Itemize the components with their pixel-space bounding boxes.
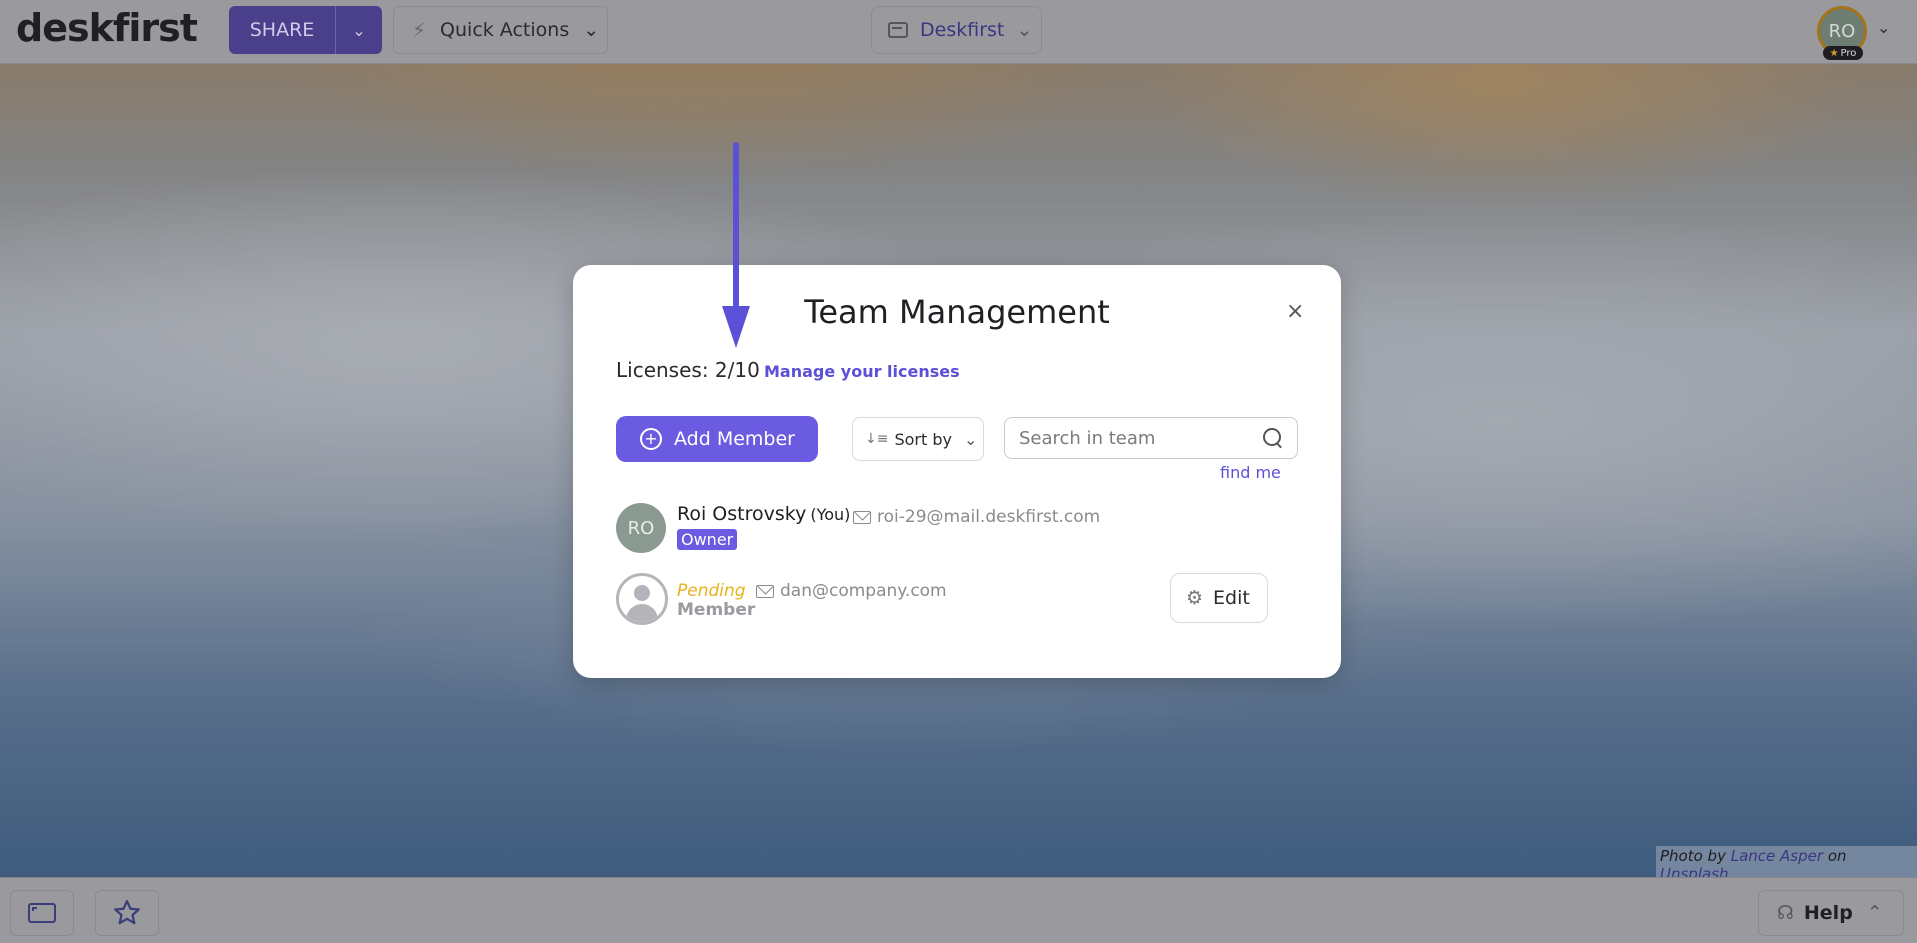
- search-field: [1004, 417, 1298, 459]
- member-email-text: dan@company.com: [780, 581, 947, 601]
- star-icon: ★: [1829, 47, 1839, 59]
- headphones-icon: ☊: [1777, 902, 1794, 924]
- quick-actions-button[interactable]: ⚡︎ Quick Actions ⌄: [393, 6, 608, 54]
- chevron-down-icon[interactable]: ⌄: [1877, 18, 1890, 37]
- workspace-label: Deskfirst: [920, 19, 1005, 41]
- search-icon[interactable]: [1263, 428, 1283, 448]
- fullscreen-button[interactable]: [10, 890, 74, 936]
- edit-member-button[interactable]: ⚙︎ Edit: [1170, 573, 1268, 623]
- close-icon[interactable]: ×: [1286, 299, 1304, 324]
- top-bar: deskfirst SHARE ⌄ ⚡︎ Quick Actions ⌄ Des…: [0, 0, 1917, 64]
- team-management-modal: Team Management × Licenses: 2/10 Manage …: [573, 265, 1341, 678]
- member-avatar: RO: [616, 503, 666, 553]
- lightning-icon: ⚡︎: [412, 18, 427, 42]
- chevron-down-icon: ⌄: [583, 19, 600, 41]
- add-member-label: Add Member: [674, 428, 795, 450]
- member-role: Member: [677, 600, 756, 620]
- member-name-line: Roi Ostrovsky (You): [677, 503, 850, 525]
- quick-actions-label: Quick Actions: [440, 19, 570, 41]
- workspace-selector[interactable]: Deskfirst ⌄: [871, 6, 1042, 54]
- credit-author-link[interactable]: Lance Asper: [1731, 847, 1823, 865]
- fullscreen-icon: [28, 903, 56, 923]
- envelope-icon: [756, 584, 774, 598]
- search-input[interactable]: [1019, 427, 1263, 449]
- default-avatar-icon: [616, 573, 668, 625]
- member-row: Pending dan@company.com Member ⚙︎ Edit: [616, 573, 1306, 633]
- credit-prefix: Photo by: [1660, 847, 1726, 865]
- share-dropdown-button[interactable]: ⌄: [335, 6, 382, 54]
- owner-badge: Owner: [677, 529, 738, 550]
- annotation-arrow: [733, 142, 739, 312]
- window-icon: [888, 22, 908, 38]
- chevron-down-icon: ⌄: [1016, 19, 1033, 41]
- share-button[interactable]: SHARE: [229, 6, 335, 54]
- envelope-icon: [853, 510, 871, 524]
- sort-by-dropdown[interactable]: ↓≡ Sort by ⌄: [852, 417, 984, 461]
- chevron-down-icon: ⌄: [352, 20, 366, 40]
- add-member-button[interactable]: + Add Member: [616, 416, 818, 462]
- pending-status: Pending: [677, 581, 746, 601]
- modal-title: Team Management: [804, 293, 1110, 331]
- credit-on: on: [1827, 847, 1847, 865]
- plus-circle-icon: +: [640, 428, 662, 450]
- sort-icon: ↓≡: [865, 431, 889, 447]
- help-button[interactable]: ☊ Help ⌃: [1758, 890, 1904, 936]
- member-row: RO Roi Ostrovsky (You) roi-29@mail.deskfi…: [616, 503, 1306, 559]
- find-me-link[interactable]: find me: [1220, 463, 1281, 482]
- favorite-button[interactable]: [95, 890, 159, 936]
- share-button-group: SHARE ⌄: [229, 6, 382, 54]
- sort-label: Sort by: [894, 429, 952, 449]
- chevron-down-icon: ⌄: [963, 429, 978, 449]
- pro-badge: ★ Pro: [1823, 46, 1863, 60]
- annotation-arrow-head: [722, 306, 750, 348]
- licenses-count: Licenses: 2/10: [616, 358, 760, 382]
- help-label: Help: [1803, 902, 1853, 924]
- bottom-bar: ☊ Help ⌃: [0, 877, 1917, 943]
- manage-licenses-link[interactable]: Manage your licenses: [764, 362, 960, 381]
- chevron-up-icon: ⌃: [1866, 902, 1883, 924]
- member-name: Roi Ostrovsky: [677, 503, 807, 525]
- edit-label: Edit: [1213, 587, 1250, 609]
- app-logo[interactable]: deskfirst: [16, 6, 198, 50]
- member-email: roi-29@mail.deskfirst.com: [853, 507, 1100, 527]
- you-label: (You): [810, 505, 851, 524]
- star-icon: [114, 900, 140, 925]
- pro-label: Pro: [1840, 47, 1857, 59]
- member-email: dan@company.com: [756, 581, 947, 601]
- gear-icon: ⚙︎: [1186, 587, 1204, 609]
- member-email-text: roi-29@mail.deskfirst.com: [877, 507, 1101, 527]
